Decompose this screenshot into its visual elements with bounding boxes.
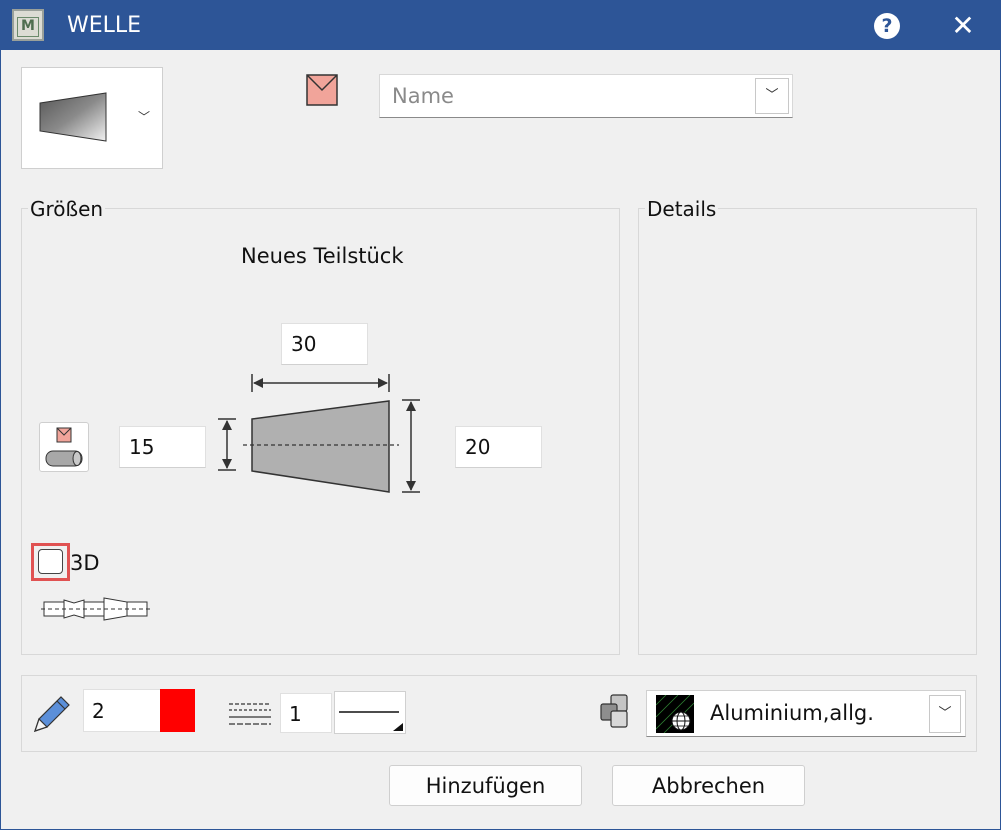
material-thumbnail: [655, 694, 695, 734]
linetype-number-input[interactable]: 1: [280, 693, 332, 733]
name-flag-icon: [306, 74, 338, 106]
material-name: Aluminium,allg.: [710, 701, 874, 725]
cancel-button[interactable]: Abbrechen: [612, 765, 805, 806]
tapered-cone-icon: [39, 92, 107, 142]
help-icon[interactable]: ?: [874, 13, 900, 39]
dimension-diagram: [218, 374, 420, 493]
chevron-down-icon[interactable]: ﹀: [755, 78, 789, 114]
add-button[interactable]: Hinzufügen: [389, 765, 582, 806]
right-diameter-input[interactable]: 20: [455, 426, 542, 468]
groessen-label: Größen: [28, 197, 106, 221]
linetype-picker[interactable]: [334, 691, 406, 734]
welle-dialog: M WELLE ? ✕ ﹀ ﹀ Größen Neues Teilstück 3…: [0, 0, 1001, 830]
material-combo[interactable]: Aluminium,allg. ﹀: [646, 690, 966, 737]
globe-icon: [655, 694, 695, 734]
line-preview-icon: [339, 711, 403, 731]
chevron-down-icon: ﹀: [138, 110, 151, 124]
chevron-down-icon[interactable]: ﹀: [929, 695, 961, 733]
left-diameter-input[interactable]: 15: [119, 426, 206, 468]
title-bar: M WELLE ? ✕: [1, 1, 1000, 50]
app-icon: M: [12, 9, 44, 41]
window-title: WELLE: [67, 13, 142, 38]
pick-from-drawing-icon: [45, 427, 83, 467]
close-icon[interactable]: ✕: [946, 9, 980, 43]
details-group: [638, 208, 977, 655]
3d-checkbox[interactable]: [38, 549, 63, 574]
shaft-segments-icon: [41, 597, 151, 621]
name-combo[interactable]: ﹀: [379, 74, 793, 118]
details-label: Details: [645, 197, 719, 221]
section-heading: Neues Teilstück: [241, 244, 404, 268]
app-icon-letter: M: [17, 17, 39, 37]
pick-from-drawing-button[interactable]: [39, 422, 89, 472]
material-blocks-icon[interactable]: [598, 693, 638, 733]
linetype-icon[interactable]: [229, 701, 273, 727]
3d-checkbox-label: 3D: [70, 551, 100, 575]
length-input[interactable]: 30: [281, 323, 368, 365]
pen-color-swatch[interactable]: [160, 689, 195, 732]
pen-number-input[interactable]: 2: [83, 689, 161, 732]
name-input[interactable]: [380, 75, 762, 117]
shape-picker-button[interactable]: ﹀: [21, 67, 163, 169]
pencil-icon[interactable]: [29, 691, 75, 737]
